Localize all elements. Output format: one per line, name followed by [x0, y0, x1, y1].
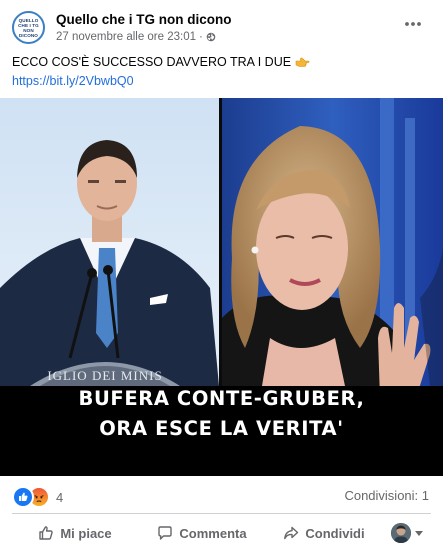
share-icon	[284, 526, 299, 540]
divider	[12, 513, 431, 514]
like-reaction-icon	[12, 486, 34, 508]
more-options-icon[interactable]	[402, 16, 424, 32]
globe-icon[interactable]	[206, 32, 216, 42]
reaction-summary[interactable]: 4	[12, 486, 63, 508]
pointing-hand-icon	[295, 57, 310, 67]
like-button[interactable]: Mi piace	[30, 518, 120, 548]
post-meta: 27 novembre alle ore 23:01 ·	[56, 31, 216, 43]
post-timestamp[interactable]: 27 novembre alle ore 23:01	[56, 31, 196, 43]
audience-selector[interactable]	[391, 523, 423, 543]
post-link[interactable]: https://bit.ly/2VbwbQ0	[12, 74, 134, 88]
facebook-post: QUELLO CHE I TG NON DICONO Quello che i …	[0, 0, 443, 552]
thumbs-up-icon	[39, 526, 54, 540]
reaction-count[interactable]: 4	[56, 490, 63, 505]
caption-line: ORA ESCE LA VERITA'	[99, 417, 344, 440]
action-bar: Mi piace Commenta Condividi	[0, 517, 443, 549]
user-avatar	[391, 523, 411, 543]
caption-line: BUFERA CONTE-GRUBER,	[78, 387, 365, 410]
comment-button[interactable]: Commenta	[152, 518, 252, 548]
chevron-down-icon	[415, 530, 423, 536]
share-button[interactable]: Condividi	[276, 518, 372, 548]
share-label: Condividi	[305, 525, 365, 541]
page-name[interactable]: Quello che i TG non dicono	[56, 12, 232, 27]
comment-icon	[158, 526, 173, 540]
share-count[interactable]: Condivisioni: 1	[344, 488, 429, 503]
post-message: ECCO COS'È SUCCESSO DAVVERO TRA I DUE	[12, 55, 292, 69]
avatar-text-line: DICONO	[19, 32, 38, 38]
comment-label: Commenta	[179, 525, 247, 541]
post-video-thumbnail[interactable]: IGLIO DEI MINIS BUFERA CONTE-GRUBER, ORA…	[0, 98, 443, 476]
video-caption: BUFERA CONTE-GRUBER, ORA ESCE LA VERITA'	[0, 384, 443, 444]
like-label: Mi piace	[60, 525, 112, 541]
podium-text: IGLIO DEI MINIS	[47, 368, 162, 383]
page-avatar[interactable]: QUELLO CHE I TG NON DICONO	[12, 11, 45, 44]
post-text: ECCO COS'È SUCCESSO DAVVERO TRA I DUE	[12, 55, 310, 69]
meta-separator: ·	[199, 31, 203, 43]
